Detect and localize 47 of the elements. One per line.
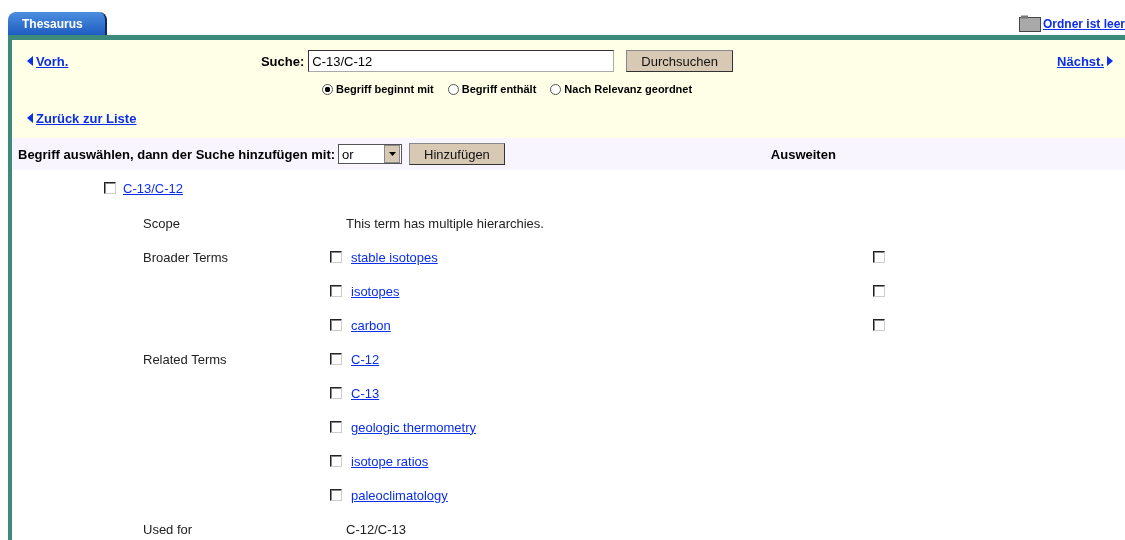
search-button[interactable]: Durchsuchen <box>626 50 733 72</box>
field-value: C-12/C-13 <box>345 521 407 537</box>
term-link[interactable]: stable isotopes <box>351 249 438 265</box>
term-link[interactable]: C-13/C-12 <box>123 180 183 196</box>
expand-checkbox[interactable] <box>873 319 885 331</box>
previous-arrow-icon <box>27 56 33 66</box>
term-checkbox[interactable] <box>330 353 342 365</box>
term-checkbox[interactable] <box>330 421 342 433</box>
folder-link[interactable]: Ordner ist leer <box>1018 15 1125 32</box>
add-instruction: Begriff auswählen, dann der Suche hinzufügen mit: <box>18 146 336 162</box>
term-checkbox[interactable] <box>104 182 116 194</box>
previous-link[interactable]: Vorh. <box>27 53 69 69</box>
term-checkbox[interactable] <box>330 319 342 331</box>
field-label: Broader Terms <box>143 249 229 265</box>
term-link[interactable]: carbon <box>351 317 391 333</box>
search-mode-radio[interactable]: Nach Relevanz geordnet <box>550 83 693 95</box>
field-label: Scope <box>143 215 181 231</box>
term-checkbox[interactable] <box>330 455 342 467</box>
field-label: Related Terms <box>143 351 228 367</box>
term-checkbox[interactable] <box>330 251 342 263</box>
term-link[interactable]: isotope ratios <box>351 453 429 469</box>
term-checkbox[interactable] <box>330 489 342 501</box>
expand-checkbox[interactable] <box>873 285 885 297</box>
add-button[interactable]: Hinzufügen <box>409 143 505 165</box>
term-checkbox[interactable] <box>330 387 342 399</box>
search-mode-radio[interactable]: Begriff enthält <box>447 83 537 95</box>
expand-checkbox[interactable] <box>873 251 885 263</box>
folder-icon <box>1018 15 1041 32</box>
term-link[interactable]: geologic thermometry <box>351 419 476 435</box>
field-label: Used for <box>143 521 194 537</box>
next-link[interactable]: Nächst. <box>1057 53 1113 69</box>
search-mode-radio[interactable]: Begriff beginnt mit <box>322 83 434 95</box>
dropdown-arrow-icon <box>388 152 396 156</box>
term-link[interactable]: C-12 <box>351 351 380 367</box>
term-checkbox[interactable] <box>330 285 342 297</box>
next-arrow-icon <box>1107 56 1113 66</box>
operator-select[interactable]: or <box>338 144 403 164</box>
thesaurus-tab[interactable]: Thesaurus <box>8 12 107 35</box>
field-value: This term has multiple hierarchies. <box>345 215 545 231</box>
expand-heading: Ausweiten <box>770 146 836 162</box>
term-link[interactable]: paleoclimatology <box>351 487 448 503</box>
search-label: Suche: <box>259 53 305 69</box>
back-arrow-icon <box>27 113 33 123</box>
term-link[interactable]: C-13 <box>351 385 380 401</box>
term-link[interactable]: isotopes <box>351 283 400 299</box>
search-field[interactable]: C-13/C-12 <box>308 50 615 72</box>
back-to-list-link[interactable]: Zurück zur Liste <box>27 110 137 126</box>
